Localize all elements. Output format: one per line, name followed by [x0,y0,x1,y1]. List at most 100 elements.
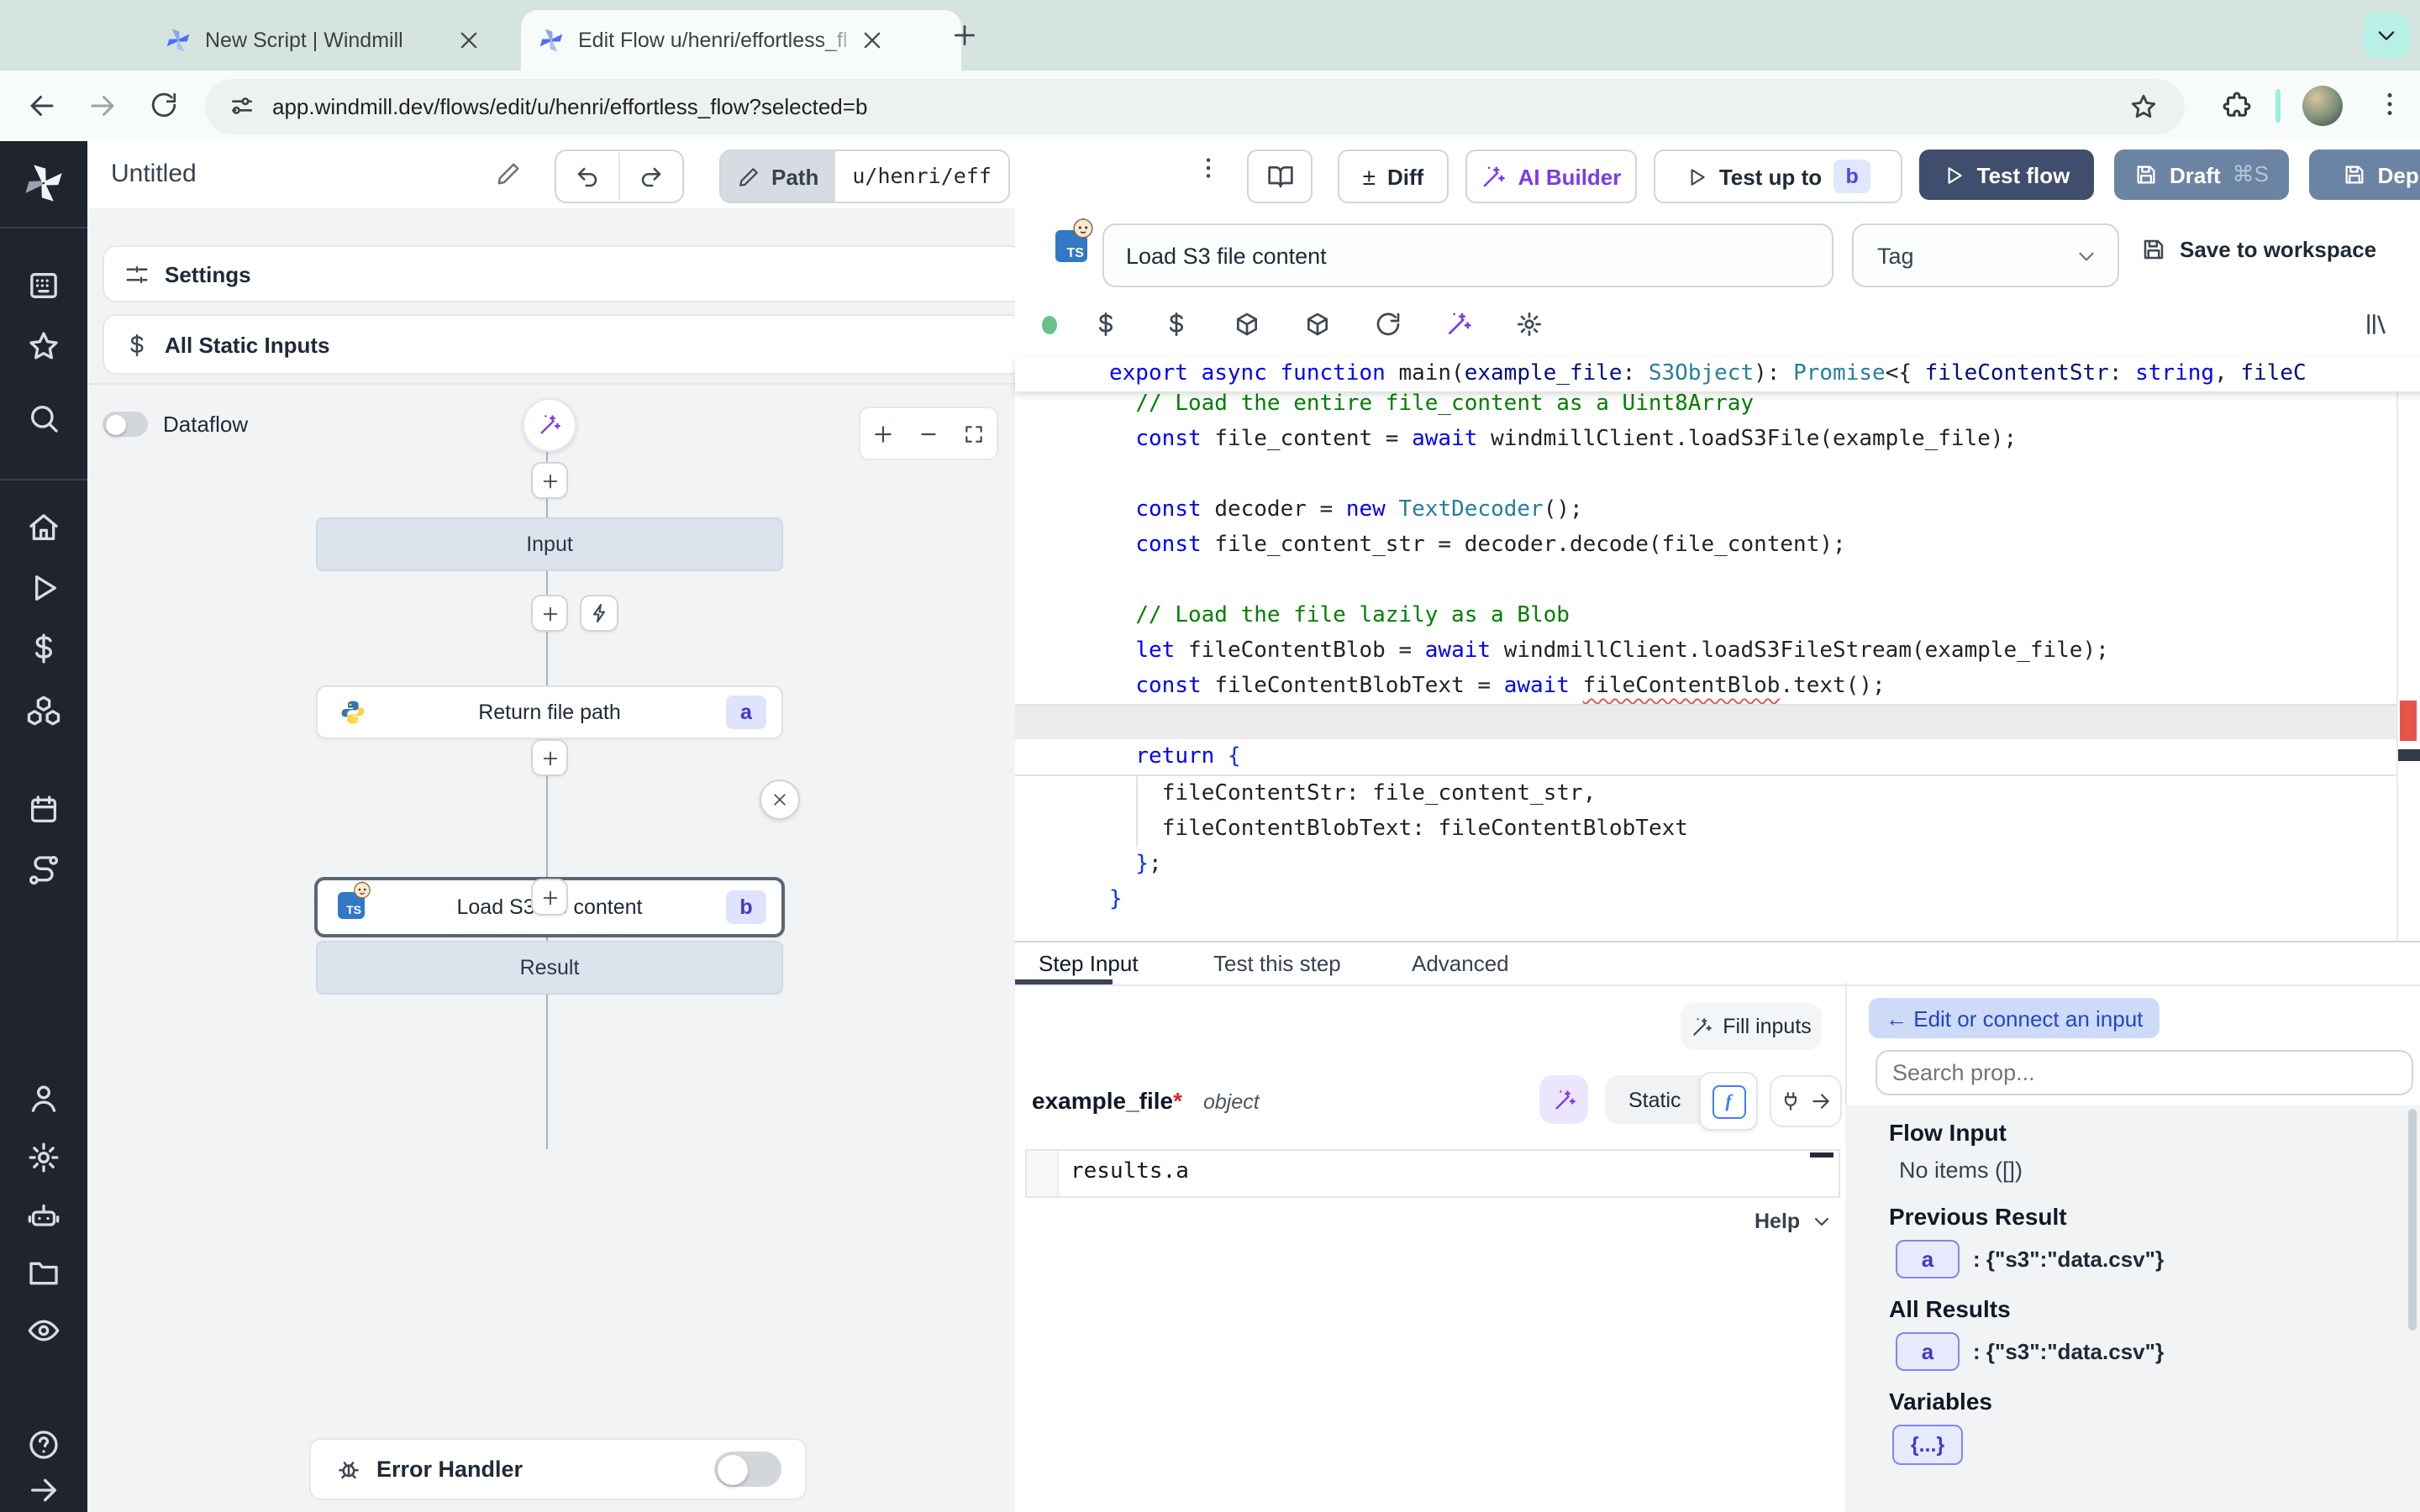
path-value[interactable]: u/henri/eff [835,153,1008,200]
new-tab-icon[interactable] [951,22,978,49]
edit-name-pencil-icon[interactable] [496,161,521,186]
chevron-down-icon [2375,24,2398,47]
windmill-logo[interactable] [22,161,66,205]
input-mode-toggle[interactable]: Static f [1605,1075,1756,1124]
remove-step-button[interactable] [760,780,800,820]
flow-node-result[interactable]: Result [316,941,783,995]
sidebar-help-icon[interactable] [27,1428,60,1462]
variables-chip[interactable]: {...} [1892,1425,1963,1465]
panel-scrollbar-thumb[interactable] [2408,1109,2417,1331]
plus-icon [540,888,559,906]
tab-test-this-step[interactable]: Test this step [1213,951,1341,976]
library-icon[interactable] [2363,311,2390,338]
sidebar-item-resources-cubes-icon[interactable] [27,694,60,727]
more-options-icon[interactable] [1195,155,1222,181]
forward-icon[interactable] [87,91,118,121]
deploy-button[interactable]: Deploy [2309,150,2420,200]
add-step-button[interactable] [531,595,568,632]
result-chip-a[interactable]: a [1896,1240,1960,1278]
sidebar-item-variables-dollar-icon[interactable] [27,632,60,665]
diff-label: Diff [1387,164,1423,189]
browser-tab-active[interactable]: Edit Flow u/henri/effortless_fl [521,10,961,71]
path-control[interactable]: Path u/henri/eff [719,150,1010,203]
sidebar-expand-arrow-icon[interactable] [27,1473,60,1507]
result-chip-a[interactable]: a [1896,1332,1960,1371]
all-results-row[interactable]: a : {"s3":"data.csv"} [1896,1332,2164,1371]
fit-view-icon[interactable] [963,423,985,444]
extensions-puzzle-icon[interactable] [2222,91,2252,121]
fill-inputs-button[interactable]: Fill inputs [1681,1003,1822,1050]
active-tab-underline [1015,979,1113,984]
add-step-button[interactable] [531,739,568,776]
flow-name[interactable]: Untitled [111,160,197,188]
expression-editor[interactable]: results.a [1025,1149,1840,1198]
omnibox[interactable]: app.windmill.dev/flows/edit/u/henri/effo… [205,78,2185,134]
help-toggle[interactable]: Help [1754,1210,1832,1233]
test-flow-button[interactable]: Test flow [1919,150,2094,200]
reload-icon[interactable] [150,91,178,119]
flow-node-step-a[interactable]: Return file path a [316,685,783,739]
add-step-button[interactable] [531,879,568,916]
sidebar-item-audit-eye-icon[interactable] [27,1314,60,1347]
error-handler-card[interactable]: Error Handler [309,1438,807,1500]
add-trigger-bolt-button[interactable] [580,595,618,632]
diff-button[interactable]: ± Diff [1338,150,1449,203]
variables-dollar-icon[interactable] [1092,311,1119,338]
draft-button[interactable]: Draft ⌘S [2114,150,2289,200]
sidebar-item-home-icon[interactable] [27,511,60,544]
tag-select[interactable]: Tag [1852,223,2119,287]
sidebar-item-favorites-star-icon[interactable] [27,329,60,363]
redo-icon[interactable] [639,164,664,189]
tab-search-button[interactable] [2363,12,2410,59]
zoom-in-icon[interactable] [872,423,894,444]
sidebar-item-settings-gear-icon[interactable] [27,1141,60,1174]
bookmark-star-icon[interactable] [2129,92,2158,120]
error-handler-toggle[interactable] [714,1452,781,1487]
tab-close-icon[interactable] [860,29,884,52]
code-editor[interactable]: // Load the entire file_content as a Uin… [1015,356,2396,941]
site-settings-icon[interactable] [229,92,255,119]
ai-wand-icon[interactable] [1445,311,1472,338]
sidebar-item-users-icon[interactable] [27,1082,60,1116]
browser-tab-inactive[interactable]: New Script | Windmill [148,10,548,71]
step-name-input[interactable]: Load S3 file content [1102,223,1833,287]
zoom-out-icon[interactable] [918,423,939,444]
sidebar-item-workers-robot-icon[interactable] [27,1200,60,1233]
ai-flow-wand-button[interactable] [523,398,576,452]
scrollbar-thumb[interactable] [2398,749,2420,761]
flow-node-input[interactable]: Input [316,517,783,571]
reload-icon[interactable] [1375,311,1402,338]
sidebar-item-apps-icon[interactable] [27,269,60,302]
editor-settings-gear-icon[interactable] [1516,311,1543,338]
sidebar-item-folders-icon[interactable] [27,1257,60,1290]
avatar[interactable] [2302,86,2343,126]
sidebar-item-schedules-calendar-icon[interactable] [27,793,60,827]
back-icon[interactable] [27,91,57,121]
field-name: example_file [1032,1087,1173,1114]
tab-close-icon[interactable] [457,29,481,52]
sidebar-item-search-icon[interactable] [27,402,60,435]
save-to-workspace-button[interactable]: Save to workspace [2141,237,2376,262]
docs-button[interactable] [1247,150,1313,203]
flow-settings-button[interactable]: Settings [103,245,1023,302]
package-icon[interactable] [1234,311,1260,338]
resources-dollar-icon[interactable] [1163,311,1190,338]
javascript-expression-chip[interactable]: f [1699,1072,1758,1131]
package-icon[interactable] [1304,311,1331,338]
tab-step-input[interactable]: Step Input [1039,951,1139,976]
ai-builder-button[interactable]: AI Builder [1465,150,1637,203]
search-prop-input[interactable] [1876,1050,2413,1095]
all-static-inputs-button[interactable]: All Static Inputs [103,314,1023,375]
browser-menu-icon[interactable] [2375,89,2405,119]
undo-icon[interactable] [575,164,600,189]
sidebar-item-routes-icon[interactable] [27,853,60,887]
sidebar-item-runs-play-icon[interactable] [27,571,60,605]
add-step-button[interactable] [531,462,568,499]
connect-input-group[interactable] [1770,1075,1842,1127]
ai-fill-wand-button[interactable] [1539,1075,1588,1124]
dataflow-toggle[interactable] [103,412,148,437]
tab-advanced[interactable]: Advanced [1412,951,1509,976]
previous-result-row[interactable]: a : {"s3":"data.csv"} [1896,1240,2164,1278]
edit-or-connect-back-button[interactable]: ← Edit or connect an input [1869,998,2160,1038]
test-up-to-button[interactable]: Test up to b [1654,150,1902,203]
